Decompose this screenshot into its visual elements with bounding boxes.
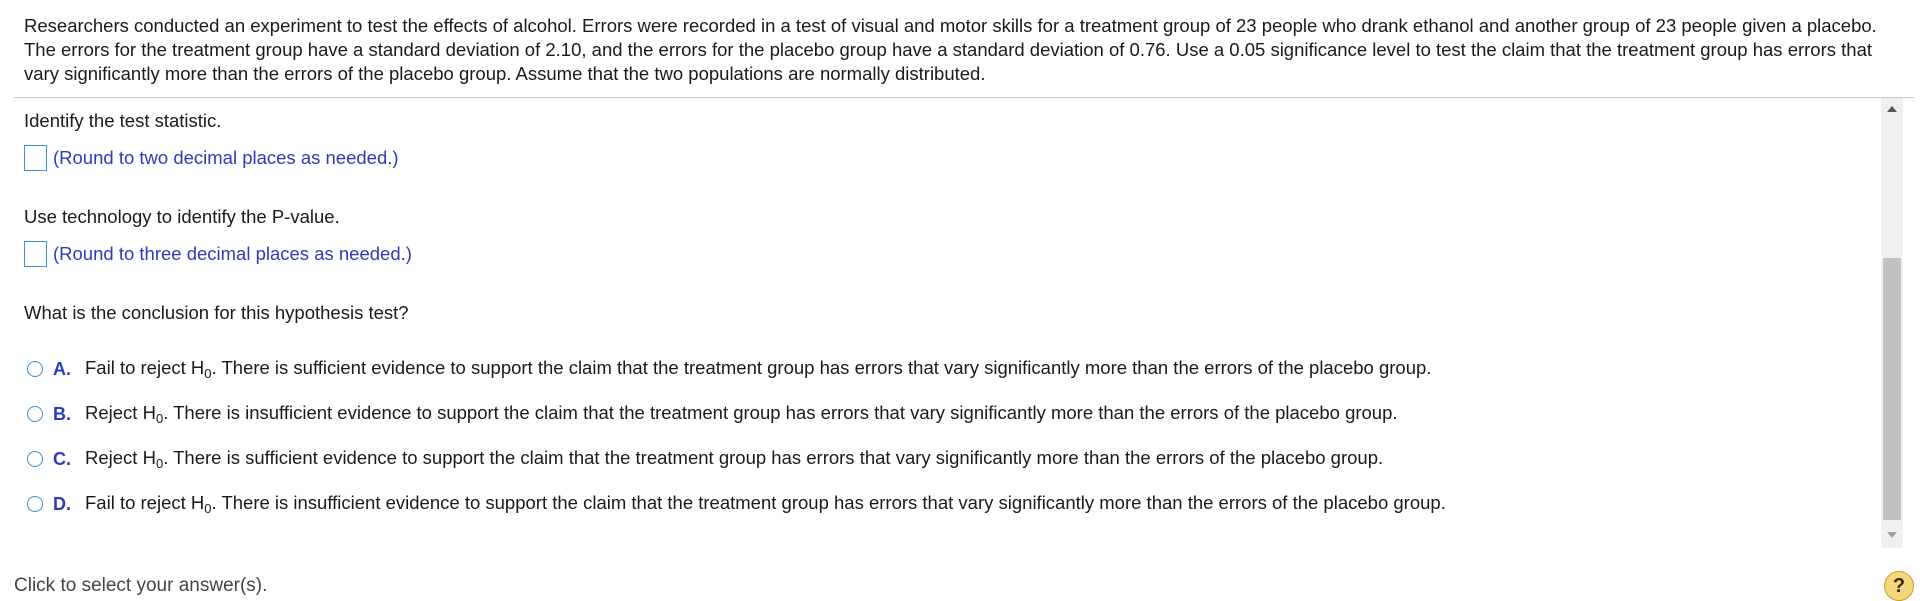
scrollbar-thumb[interactable] [1883, 258, 1901, 520]
question-area: Identify the test statistic. (Round to t… [0, 98, 1920, 548]
test-statistic-answer-row: (Round to two decimal places as needed.) [24, 143, 399, 173]
test-statistic-hint: (Round to two decimal places as needed.) [53, 147, 399, 168]
scroll-down-arrow-icon[interactable] [1887, 532, 1897, 538]
p-value-answer-row: (Round to three decimal places as needed… [24, 239, 412, 269]
option-d[interactable]: D. Fail to reject H0. There is insuffici… [27, 491, 1446, 517]
option-b-text: Reject H0. There is insufficient evidenc… [85, 402, 1398, 426]
vertical-scrollbar[interactable] [1881, 98, 1903, 548]
radio-button-b[interactable] [27, 406, 43, 422]
test-statistic-prompt: Identify the test statistic. [24, 110, 222, 131]
option-a-text: Fail to reject H0. There is sufficient e… [85, 357, 1432, 381]
radio-button-a[interactable] [27, 361, 43, 377]
problem-statement: Researchers conducted an experiment to t… [24, 15, 1877, 84]
radio-button-c[interactable] [27, 451, 43, 467]
test-statistic-input[interactable] [24, 145, 47, 171]
option-a[interactable]: A. Fail to reject H0. There is sufficien… [27, 356, 1431, 382]
option-b-letter: B. [53, 403, 71, 424]
radio-button-d[interactable] [27, 496, 43, 512]
option-a-letter: A. [53, 358, 71, 379]
footer-instruction: Click to select your answer(s). [14, 575, 268, 596]
option-b[interactable]: B. Reject H0. There is insufficient evid… [27, 401, 1398, 427]
option-d-text: Fail to reject H0. There is insufficient… [85, 492, 1446, 516]
p-value-input[interactable] [24, 241, 47, 267]
p-value-prompt: Use technology to identify the P-value. [24, 206, 340, 227]
option-d-letter: D. [53, 493, 71, 514]
option-c[interactable]: C. Reject H0. There is sufficient eviden… [27, 446, 1383, 472]
help-icon[interactable]: ? [1884, 571, 1914, 601]
option-c-letter: C. [53, 448, 71, 469]
scroll-up-arrow-icon[interactable] [1887, 106, 1897, 112]
p-value-hint: (Round to three decimal places as needed… [53, 243, 412, 264]
conclusion-prompt: What is the conclusion for this hypothes… [24, 302, 409, 323]
option-c-text: Reject H0. There is sufficient evidence … [85, 447, 1384, 471]
